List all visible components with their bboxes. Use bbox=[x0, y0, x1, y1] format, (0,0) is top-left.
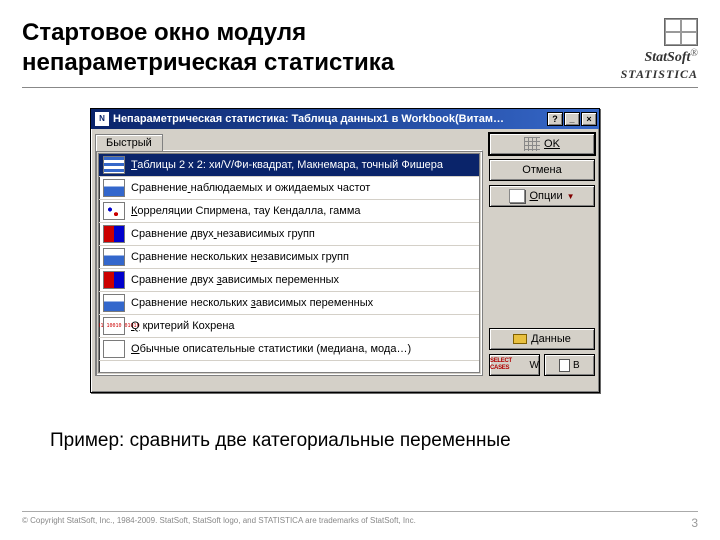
list-item[interactable]: Сравнение наблюдаемых и ожидаемых частот bbox=[99, 177, 479, 200]
minimize-button[interactable]: _ bbox=[564, 112, 580, 126]
options-button[interactable]: Опции ▼ bbox=[489, 185, 595, 207]
brand-reg: ® bbox=[690, 48, 698, 59]
data-button[interactable]: Данные bbox=[489, 328, 595, 350]
help-button[interactable]: ? bbox=[547, 112, 563, 126]
slide-title-line2: непараметрическая статистика bbox=[22, 48, 394, 78]
select-cases-label: SELECT CASES bbox=[490, 358, 527, 372]
method-list[interactable]: Таблицы 2 x 2: хи/V/Фи-квадрат, Макнемар… bbox=[98, 153, 480, 373]
list-item[interactable]: Обычные описательные статистики (медиана… bbox=[99, 338, 479, 361]
b-label: В bbox=[573, 360, 580, 371]
list-item-label: Сравнение наблюдаемых и ожидаемых частот bbox=[131, 182, 370, 194]
hist-icon bbox=[103, 179, 125, 197]
list-item-label: Корреляции Спирмена, тау Кендалла, гамма bbox=[131, 205, 361, 217]
slide-title: Стартовое окно модуля непараметрическая … bbox=[22, 18, 394, 78]
slide-title-line1: Стартовое окно модуля bbox=[22, 18, 394, 48]
nonparametric-dialog: N Непараметрическая статистика: Таблица … bbox=[90, 108, 600, 393]
app-icon: N bbox=[95, 112, 109, 126]
options-label-rest: пции bbox=[538, 190, 563, 202]
ok-label: OK bbox=[544, 138, 560, 150]
list-item-label: Сравнение нескольких зависимых переменны… bbox=[131, 297, 373, 309]
brand-block: StatSoft® STATISTICA bbox=[621, 18, 698, 81]
doc-icon bbox=[559, 359, 570, 372]
tab-panel: Таблицы 2 x 2: хи/V/Фи-квадрат, Макнемар… bbox=[95, 150, 483, 376]
select-cases-button[interactable]: SELECT CASES W bbox=[489, 354, 540, 376]
list-item[interactable]: Сравнение нескольких зависимых переменны… bbox=[99, 292, 479, 315]
list-item-label: Q критерий Кохрена bbox=[131, 320, 235, 332]
dots-icon bbox=[103, 202, 125, 220]
slide-caption: Пример: сравнить две категориальные пере… bbox=[50, 430, 511, 452]
grid-icon bbox=[524, 137, 540, 151]
brand-logo-icon bbox=[664, 18, 698, 46]
titlebar-text: Непараметрическая статистика: Таблица да… bbox=[113, 113, 547, 125]
titlebar[interactable]: N Непараметрическая статистика: Таблица … bbox=[91, 109, 599, 129]
copyright: © Copyright StatSoft, Inc., 1984-2009. S… bbox=[22, 516, 416, 530]
list-item[interactable]: Таблицы 2 x 2: хи/V/Фи-квадрат, Макнемар… bbox=[99, 154, 479, 177]
w-label: W bbox=[530, 360, 539, 371]
list-item-label: Сравнение нескольких независимых групп bbox=[131, 251, 349, 263]
page-number: 3 bbox=[691, 516, 698, 530]
list-item-label: Сравнение двух независимых групп bbox=[131, 228, 315, 240]
slide-header: Стартовое окно модуля непараметрическая … bbox=[22, 18, 698, 88]
hist-icon bbox=[103, 294, 125, 312]
list-item-label: Таблицы 2 x 2: хи/V/Фи-квадрат, Макнемар… bbox=[131, 159, 443, 171]
ok-button[interactable]: OK bbox=[489, 133, 595, 155]
hist-icon bbox=[103, 248, 125, 266]
list-item[interactable]: Корреляции Спирмена, тау Кендалла, гамма bbox=[99, 200, 479, 223]
list-item[interactable]: 01101 10010 01010 Q критерий Кохрена bbox=[99, 315, 479, 338]
slide-footer: © Copyright StatSoft, Inc., 1984-2009. S… bbox=[22, 511, 698, 530]
b-button[interactable]: В bbox=[544, 354, 595, 376]
brand-name: StatSoft bbox=[644, 50, 690, 65]
list-item-label: Обычные описательные статистики (медиана… bbox=[131, 343, 411, 355]
dropdown-arrow-icon: ▼ bbox=[567, 192, 575, 201]
tbl-icon bbox=[103, 156, 125, 174]
book-icon bbox=[509, 189, 525, 203]
list-item-label: Сравнение двух зависимых переменных bbox=[131, 274, 339, 286]
mag-icon bbox=[103, 340, 125, 358]
close-button[interactable]: × bbox=[581, 112, 597, 126]
list-item[interactable]: Сравнение двух зависимых переменных bbox=[99, 269, 479, 292]
red-blue-icon bbox=[103, 271, 125, 289]
folder-open-icon bbox=[513, 334, 527, 344]
data-label-rest: анные bbox=[539, 333, 571, 345]
brand-product: STATISTICA bbox=[621, 67, 698, 81]
list-item[interactable]: Сравнение двух независимых групп bbox=[99, 223, 479, 246]
cancel-label: Отмена bbox=[522, 164, 561, 176]
tab-quick[interactable]: Быстрый bbox=[95, 134, 163, 151]
list-item[interactable]: Сравнение нескольких независимых групп bbox=[99, 246, 479, 269]
cancel-button[interactable]: Отмена bbox=[489, 159, 595, 181]
red-blue-icon bbox=[103, 225, 125, 243]
bits-icon: 01101 10010 01010 bbox=[103, 317, 125, 335]
